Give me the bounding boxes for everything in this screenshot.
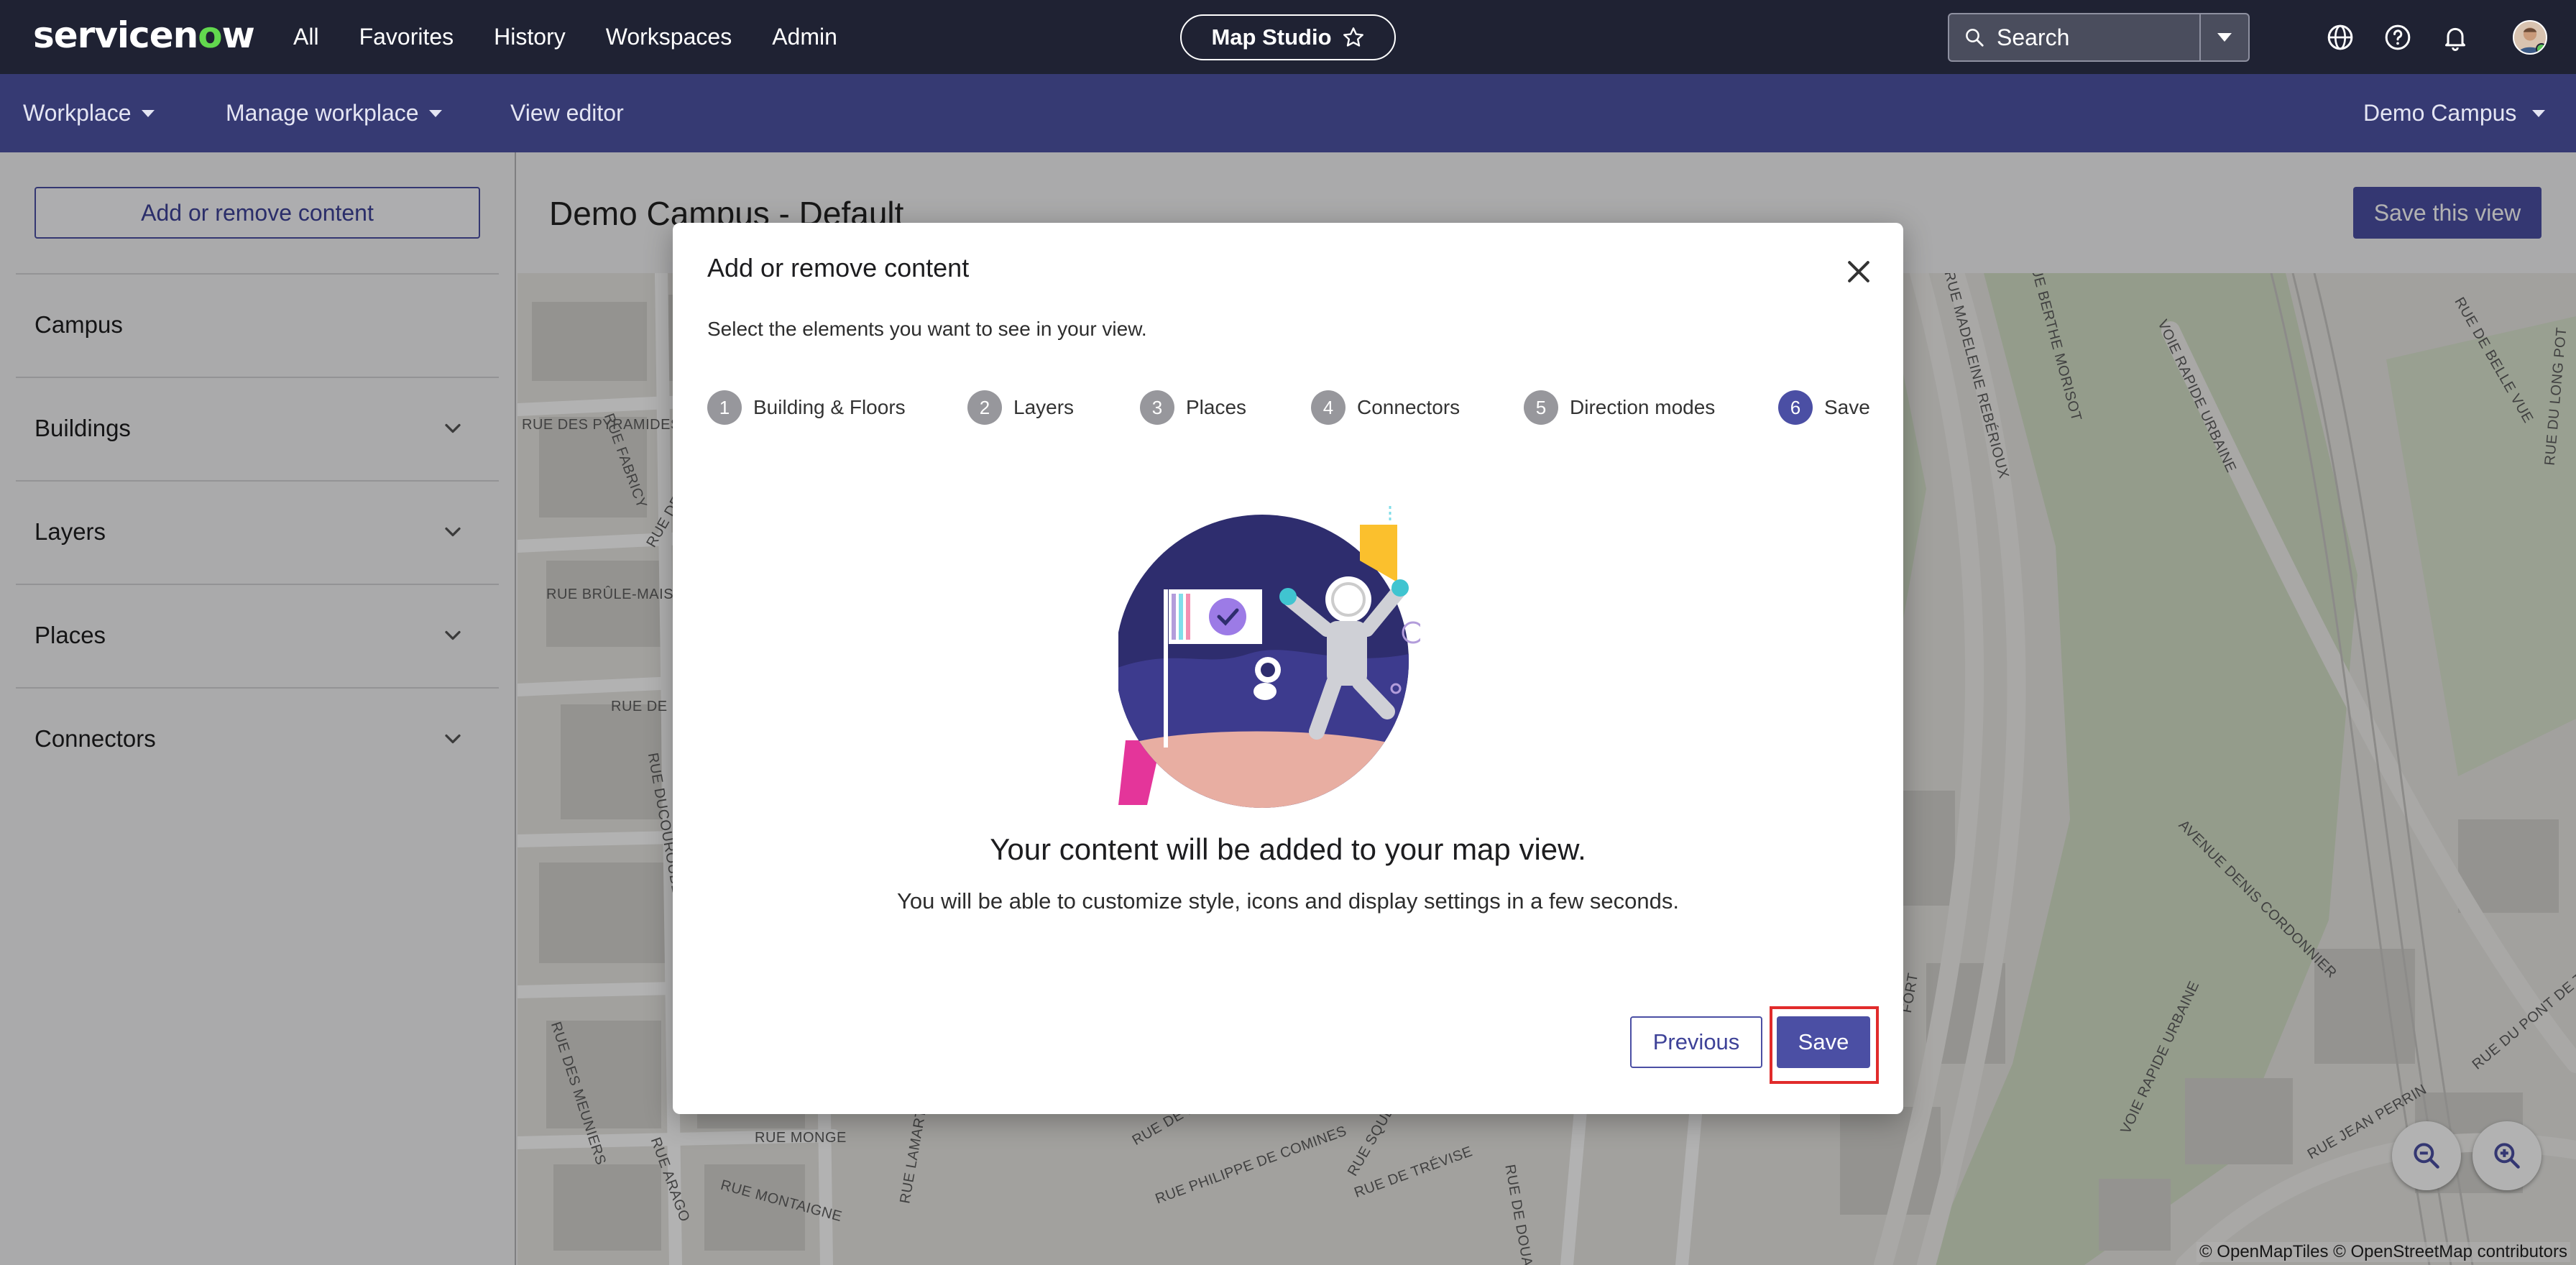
step-label: Connectors — [1357, 396, 1460, 418]
step-building-floors[interactable]: 1 Building & Floors — [707, 390, 906, 426]
servicenow-logo[interactable]: servicenow — [33, 14, 255, 56]
workplace-label: Workplace — [23, 100, 132, 126]
map-studio-label: Map Studio — [1211, 24, 1332, 50]
close-icon[interactable] — [1843, 256, 1874, 288]
astronaut-flag-illustration — [1118, 506, 1420, 808]
chevron-down-icon — [2217, 33, 2232, 42]
step-number: 3 — [1140, 390, 1174, 425]
menu-history[interactable]: History — [494, 24, 566, 50]
step-direction-modes[interactable]: 5 Direction modes — [1524, 390, 1715, 426]
global-search[interactable]: Search — [1948, 13, 2250, 62]
caret-down-icon — [141, 109, 155, 117]
step-label: Places — [1186, 396, 1247, 418]
step-label: Direction modes — [1570, 396, 1716, 418]
step-number: 1 — [707, 390, 742, 425]
confirmation-description: You will be able to customize style, ico… — [897, 888, 1679, 914]
previous-button[interactable]: Previous — [1630, 1016, 1762, 1068]
workplace-menu[interactable]: Workplace — [23, 74, 155, 152]
view-editor-link[interactable]: View editor — [510, 74, 624, 152]
bell-icon[interactable] — [2441, 23, 2470, 52]
step-save[interactable]: 6 Save — [1778, 390, 1870, 426]
star-icon[interactable] — [1342, 26, 1365, 49]
step-places[interactable]: 3 Places — [1140, 390, 1246, 426]
step-number: 4 — [1311, 390, 1346, 425]
step-number: 6 — [1778, 390, 1813, 425]
view-editor-label: View editor — [510, 100, 624, 126]
step-label: Building & Floors — [753, 396, 906, 418]
save-button[interactable]: Save — [1777, 1016, 1870, 1068]
menu-all[interactable]: All — [293, 24, 319, 50]
search-scope-dropdown[interactable] — [2199, 14, 2248, 60]
step-number: 2 — [967, 390, 1002, 425]
caret-down-icon — [428, 109, 442, 117]
main-menu: All Favorites History Workspaces Admin — [293, 0, 837, 74]
confirmation-heading: Your content will be added to your map v… — [990, 832, 1586, 866]
step-layers[interactable]: 2 Layers — [967, 390, 1074, 426]
user-avatar[interactable] — [2513, 20, 2547, 55]
map-studio-pill[interactable]: Map Studio — [1180, 14, 1396, 60]
campus-selector[interactable]: Demo Campus — [2363, 74, 2546, 152]
step-connectors[interactable]: 4 Connectors — [1311, 390, 1460, 426]
add-remove-content-dialog: Add or remove content Select the element… — [673, 223, 1903, 1114]
manage-workplace-menu[interactable]: Manage workplace — [226, 74, 442, 152]
help-icon[interactable] — [2383, 23, 2412, 52]
workplace-subnav: Workplace Manage workplace View editor D… — [0, 74, 2576, 152]
menu-workspaces[interactable]: Workspaces — [606, 24, 732, 50]
search-input[interactable]: Search — [1997, 24, 2199, 51]
menu-favorites[interactable]: Favorites — [359, 24, 454, 50]
dialog-title: Add or remove content — [707, 253, 970, 282]
menu-admin[interactable]: Admin — [772, 24, 837, 50]
step-label: Layers — [1013, 396, 1075, 418]
step-label: Save — [1824, 396, 1870, 418]
caret-down-icon — [2532, 109, 2546, 117]
dialog-subtitle: Select the elements you want to see in y… — [707, 318, 1147, 340]
step-number: 5 — [1524, 390, 1558, 425]
campus-selector-label: Demo Campus — [2363, 100, 2517, 126]
globe-icon[interactable] — [2326, 23, 2355, 52]
search-icon — [1966, 29, 1984, 47]
online-status-icon — [2536, 43, 2546, 53]
manage-workplace-label: Manage workplace — [226, 100, 419, 126]
top-navigation-bar: servicenow All Favorites History Workspa… — [0, 0, 2576, 74]
logo-accent-letter: o — [198, 14, 222, 56]
